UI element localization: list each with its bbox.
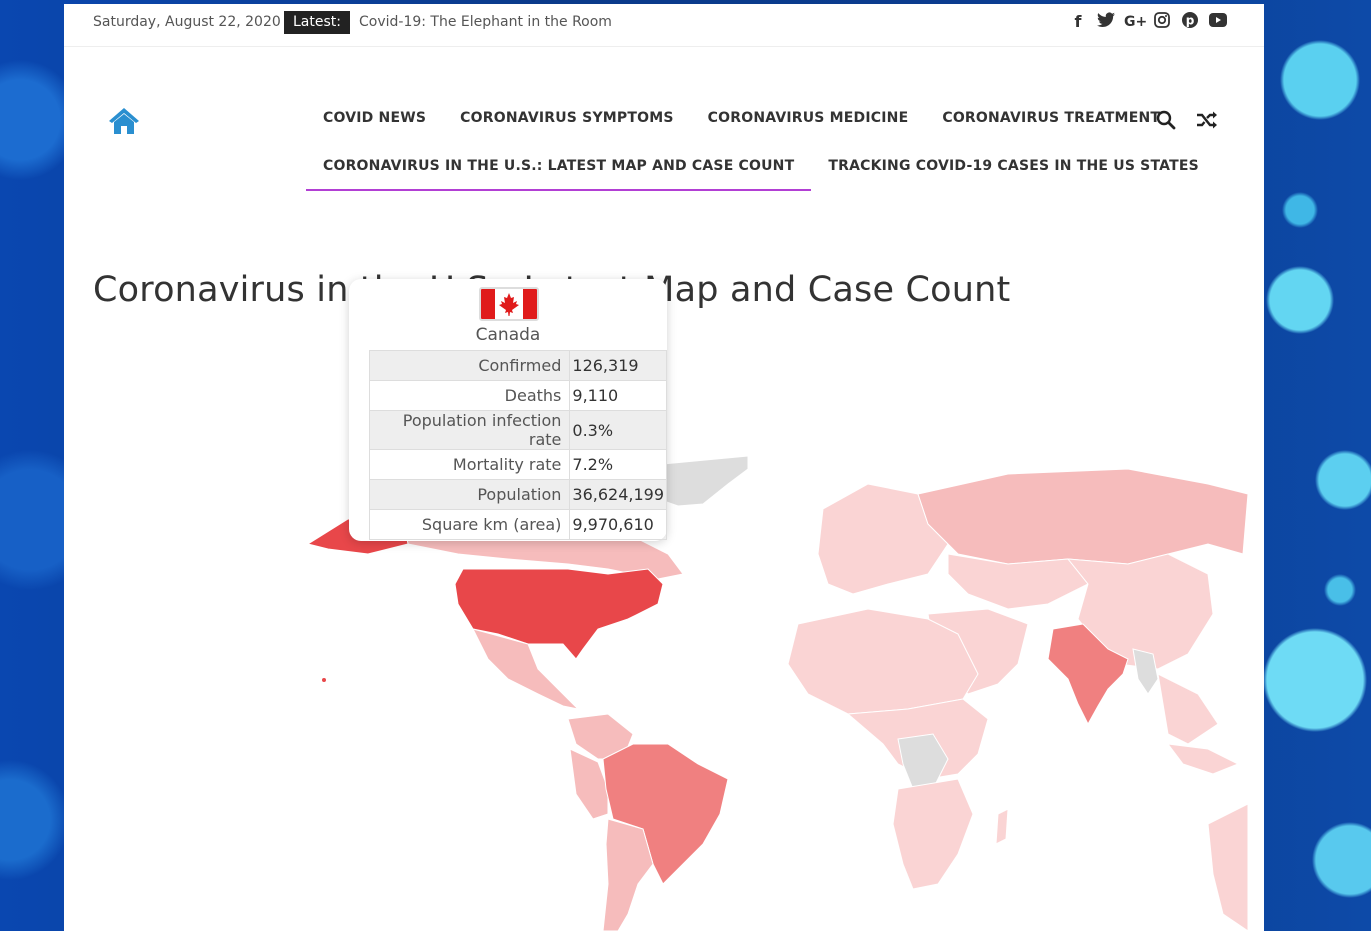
nav-coronavirus-treatment[interactable]: CORONAVIRUS TREATMENT bbox=[925, 110, 1177, 126]
page-container: Saturday, August 22, 2020 Latest: Covid-… bbox=[64, 4, 1264, 931]
latest-label: Latest: bbox=[284, 11, 350, 34]
nav-us-latest-map[interactable]: CORONAVIRUS IN THE U.S.: LATEST MAP AND … bbox=[306, 158, 812, 191]
search-icon[interactable] bbox=[1156, 110, 1176, 130]
country-tooltip: Canada Confirmed 126,319 Deaths 9,110 Popu… bbox=[349, 279, 667, 541]
map-country-hawaii bbox=[322, 678, 326, 682]
stat-label: Population bbox=[368, 479, 571, 510]
home-icon[interactable] bbox=[108, 105, 140, 137]
table-row: Deaths 9,110 bbox=[368, 380, 667, 411]
stat-value: 9,970,610 bbox=[569, 509, 667, 540]
stat-value: 36,624,199 bbox=[569, 479, 667, 510]
social-links: f G+ p bbox=[1068, 12, 1228, 32]
table-row: Square km (area) 9,970,610 bbox=[368, 509, 667, 540]
map-country-madagascar bbox=[995, 808, 1009, 845]
primary-menu-row-2: CORONAVIRUS IN THE U.S.: LATEST MAP AND … bbox=[306, 158, 1216, 191]
tooltip-country-name: Canada bbox=[475, 325, 541, 345]
stat-label: Square km (area) bbox=[368, 509, 571, 540]
nav-covid-news[interactable]: COVID NEWS bbox=[306, 110, 443, 126]
nav-tracking-us-states[interactable]: TRACKING COVID-19 CASES IN THE US STATES bbox=[811, 158, 1216, 191]
shuffle-icon[interactable] bbox=[1196, 110, 1218, 130]
stat-label: Mortality rate bbox=[368, 449, 571, 480]
table-row: Population infection rate 0.3% bbox=[368, 410, 667, 450]
map-country-se-asia bbox=[1157, 673, 1219, 745]
latest-headline-link[interactable]: Covid-19: The Elephant in the Room bbox=[359, 14, 612, 30]
twitter-icon[interactable] bbox=[1096, 12, 1116, 32]
stat-value: 9,110 bbox=[569, 380, 667, 411]
pinterest-icon[interactable]: p bbox=[1180, 12, 1200, 32]
stat-value: 0.3% bbox=[569, 410, 667, 450]
map-country-australia bbox=[1207, 803, 1248, 931]
stat-label: Population infection rate bbox=[368, 410, 571, 450]
svg-text:p: p bbox=[1186, 14, 1195, 28]
map-country-indonesia bbox=[1166, 743, 1240, 775]
nav-coronavirus-symptoms[interactable]: CORONAVIRUS SYMPTOMS bbox=[443, 110, 691, 126]
country-stats-table: Confirmed 126,319 Deaths 9,110 Population … bbox=[368, 350, 667, 540]
instagram-icon[interactable] bbox=[1152, 12, 1172, 32]
stat-label: Confirmed bbox=[368, 350, 571, 381]
table-row: Population 36,624,199 bbox=[368, 479, 667, 510]
map-country-southern-africa bbox=[892, 778, 974, 890]
table-row: Confirmed 126,319 bbox=[368, 350, 667, 381]
current-date: Saturday, August 22, 2020 bbox=[93, 14, 281, 30]
top-bar: Saturday, August 22, 2020 Latest: Covid-… bbox=[64, 4, 1264, 47]
google-plus-icon[interactable]: G+ bbox=[1124, 12, 1147, 32]
primary-menu-row-1: COVID NEWS CORONAVIRUS SYMPTOMS CORONAVI… bbox=[306, 110, 1177, 126]
youtube-icon[interactable] bbox=[1208, 12, 1228, 32]
stat-label: Deaths bbox=[368, 380, 571, 411]
facebook-icon[interactable]: f bbox=[1068, 12, 1088, 32]
canada-flag-icon bbox=[479, 287, 539, 321]
nav-coronavirus-medicine[interactable]: CORONAVIRUS MEDICINE bbox=[691, 110, 926, 126]
stat-value: 126,319 bbox=[569, 350, 667, 381]
table-row: Mortality rate 7.2% bbox=[368, 449, 667, 480]
stat-value: 7.2% bbox=[569, 449, 667, 480]
map-country-russia bbox=[917, 468, 1248, 565]
